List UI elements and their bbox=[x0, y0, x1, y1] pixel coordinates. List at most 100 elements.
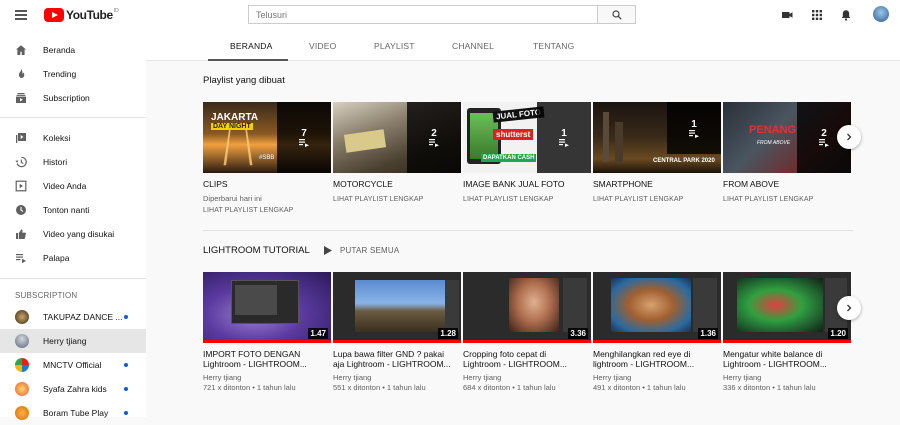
thumb-text: shutterst bbox=[493, 129, 534, 140]
playlist-thumbnail[interactable]: PENANG FROM ABOVE 2 bbox=[723, 102, 851, 173]
playlist-title[interactable]: IMAGE BANK JUAL FOTO bbox=[463, 179, 589, 189]
section-title-lightroom[interactable]: LIGHTROOM TUTORIAL bbox=[203, 245, 310, 256]
sidebar-item-trending[interactable]: Trending bbox=[0, 62, 146, 86]
create-video-icon[interactable] bbox=[781, 9, 793, 21]
video-title[interactable]: Lupa bawa filter GND ? pakai aja Lightroo… bbox=[333, 349, 459, 369]
view-full-playlist-link[interactable]: LIHAT PLAYLIST LENGKAP bbox=[203, 207, 293, 214]
menu-icon[interactable] bbox=[15, 10, 27, 20]
screen-graphic bbox=[235, 285, 277, 315]
channel-tabs: BERANDA VIDEO PLAYLIST CHANNEL TENTANG bbox=[146, 31, 900, 61]
sidebar-item-label: Palapa bbox=[43, 253, 70, 263]
notifications-icon[interactable] bbox=[840, 9, 852, 21]
subscription-item-mnctv[interactable]: MNCTV Official bbox=[0, 353, 146, 377]
account-avatar[interactable] bbox=[873, 6, 889, 22]
subscription-item-herry-tjiang[interactable]: Herry tjiang bbox=[0, 329, 146, 353]
playlist-title[interactable]: SMARTPHONE bbox=[593, 179, 719, 189]
library-icon bbox=[16, 133, 26, 143]
video-card[interactable]: 1.28 Lupa bawa filter GND ? pakai aja Lig… bbox=[333, 272, 461, 392]
thumbs-up-icon bbox=[16, 229, 26, 239]
sidebar-divider bbox=[0, 278, 146, 279]
video-stats: 336 x ditonton • 1 tahun lalu bbox=[723, 383, 816, 392]
new-content-dot bbox=[124, 387, 128, 391]
video-thumbnail[interactable]: 1.47 bbox=[203, 272, 331, 343]
sidebar-item-beranda[interactable]: Beranda bbox=[0, 38, 146, 62]
video-thumbnail[interactable]: 1.28 bbox=[333, 272, 461, 343]
playlist-card-motorcycle[interactable]: 2 MOTORCYCLE LIHAT PLAYLIST LENGKAP bbox=[333, 102, 461, 217]
portrait-graphic bbox=[509, 278, 559, 332]
scroll-right-button[interactable] bbox=[837, 296, 861, 320]
subscription-item-syafa-zahra[interactable]: Syafa Zahra kids bbox=[0, 377, 146, 401]
watch-progress-bar bbox=[333, 340, 461, 343]
title-line: Cropping foto cepat di bbox=[463, 349, 547, 359]
video-title[interactable]: Mengatur white balance di Lightroom - LIG… bbox=[723, 349, 849, 369]
channel-avatar bbox=[15, 310, 29, 324]
thumb-text: DAPATKAN CASH bbox=[481, 154, 537, 162]
video-thumbnail[interactable]: 1.20 bbox=[723, 272, 851, 343]
youtube-play-icon bbox=[44, 8, 64, 22]
search-input[interactable] bbox=[249, 6, 597, 23]
chevron-right-icon bbox=[847, 304, 852, 312]
search-box[interactable] bbox=[248, 5, 598, 24]
tab-tentang[interactable]: TENTANG bbox=[533, 41, 574, 51]
video-title[interactable]: Menghilangkan red eye di lightroom - LIGH… bbox=[593, 349, 719, 369]
sidebar-item-koleksi[interactable]: Koleksi bbox=[0, 126, 146, 150]
channel-name[interactable]: Herry tjiang bbox=[333, 373, 371, 383]
channel-avatar bbox=[15, 382, 29, 396]
clock-icon bbox=[16, 205, 26, 215]
subscription-item-boram-tube[interactable]: Boram Tube Play bbox=[0, 401, 146, 425]
channel-name[interactable]: Herry tjiang bbox=[203, 373, 241, 383]
playlist-thumbnail[interactable]: JAKARTA DAY NIGHT #SBB 7 bbox=[203, 102, 331, 173]
video-card[interactable]: 1.47 IMPORT FOTO DENGAN Lightroom - LIGHT… bbox=[203, 272, 331, 392]
view-full-playlist-link[interactable]: LIHAT PLAYLIST LENGKAP bbox=[593, 196, 683, 203]
scroll-right-button[interactable] bbox=[837, 125, 861, 149]
new-content-dot bbox=[124, 315, 128, 319]
tab-video[interactable]: VIDEO bbox=[309, 41, 336, 51]
playlist-thumbnail[interactable]: CENTRAL PARK 2020 1 bbox=[593, 102, 721, 173]
video-card[interactable]: 1.20 Mengatur white balance di Lightroom … bbox=[723, 272, 851, 392]
sidebar-item-tonton-nanti[interactable]: Tonton nanti bbox=[0, 198, 146, 222]
channel-name[interactable]: Herry tjiang bbox=[463, 373, 501, 383]
video-duration: 1.47 bbox=[308, 328, 328, 339]
play-all-button[interactable]: PUTAR SEMUA bbox=[324, 246, 399, 255]
sidebar-item-subscription[interactable]: Subscription bbox=[0, 86, 146, 110]
your-videos-icon bbox=[15, 180, 27, 192]
video-card[interactable]: 1.36 Menghilangkan red eye di lightroom -… bbox=[593, 272, 721, 392]
video-title[interactable]: Cropping foto cepat di Lightroom - LIGHTR… bbox=[463, 349, 589, 369]
playlist-title[interactable]: FROM ABOVE bbox=[723, 179, 849, 189]
channel-name[interactable]: Herry tjiang bbox=[723, 373, 761, 383]
search-button[interactable] bbox=[597, 5, 636, 24]
sidebar-item-histori[interactable]: Histori bbox=[0, 150, 146, 174]
channel-avatar bbox=[15, 406, 29, 420]
youtube-logo[interactable]: YouTube ID bbox=[44, 8, 119, 22]
video-thumbnail[interactable]: 3.36 bbox=[463, 272, 591, 343]
tab-beranda[interactable]: BERANDA bbox=[230, 41, 273, 51]
channel-avatar bbox=[15, 334, 29, 348]
playlist-card-clips[interactable]: JAKARTA DAY NIGHT #SBB 7 CLIPS Diperbaru… bbox=[203, 102, 331, 217]
tab-channel[interactable]: CHANNEL bbox=[452, 41, 494, 51]
playlist-card-image-bank[interactable]: JUAL FOTO shutterst DAPATKAN CASH 1 IMAG… bbox=[463, 102, 591, 217]
channel-name[interactable]: Herry tjiang bbox=[593, 373, 631, 383]
sign-graphic bbox=[343, 129, 387, 153]
video-thumbnail[interactable]: 1.36 bbox=[593, 272, 721, 343]
sidebar-item-palapa[interactable]: Palapa bbox=[0, 246, 146, 270]
playlist-title[interactable]: CLIPS bbox=[203, 179, 329, 189]
sidebar-item-video-anda[interactable]: Video Anda bbox=[0, 174, 146, 198]
view-full-playlist-link[interactable]: LIHAT PLAYLIST LENGKAP bbox=[723, 196, 813, 203]
subscription-item-takupaz[interactable]: TAKUPAZ DANCE ... bbox=[0, 305, 146, 329]
view-full-playlist-link[interactable]: LIHAT PLAYLIST LENGKAP bbox=[463, 196, 553, 203]
selected-tab-indicator bbox=[208, 59, 288, 61]
flame-icon bbox=[18, 69, 25, 78]
video-card[interactable]: 3.36 Cropping foto cepat di Lightroom - L… bbox=[463, 272, 591, 392]
apps-icon[interactable] bbox=[811, 9, 823, 21]
playlist-thumbnail[interactable]: JUAL FOTO shutterst DAPATKAN CASH 1 bbox=[463, 102, 591, 173]
playlist-card-from-above[interactable]: PENANG FROM ABOVE 2 FROM ABOVE LIHAT PLA… bbox=[723, 102, 851, 217]
playlist-thumbnail[interactable]: 2 bbox=[333, 102, 461, 173]
tab-playlist[interactable]: PLAYLIST bbox=[374, 41, 415, 51]
view-full-playlist-link[interactable]: LIHAT PLAYLIST LENGKAP bbox=[333, 196, 423, 203]
video-title[interactable]: IMPORT FOTO DENGAN Lightroom - LIGHTROOM.… bbox=[203, 349, 329, 369]
playlist-title[interactable]: MOTORCYCLE bbox=[333, 179, 459, 189]
playlist-card-smartphone[interactable]: CENTRAL PARK 2020 1 SMARTPHONE LIHAT PLA… bbox=[593, 102, 721, 217]
sidebar-item-video-disukai[interactable]: Video yang disukai bbox=[0, 222, 146, 246]
history-icon bbox=[15, 156, 27, 168]
video-count: 2 bbox=[821, 128, 827, 139]
